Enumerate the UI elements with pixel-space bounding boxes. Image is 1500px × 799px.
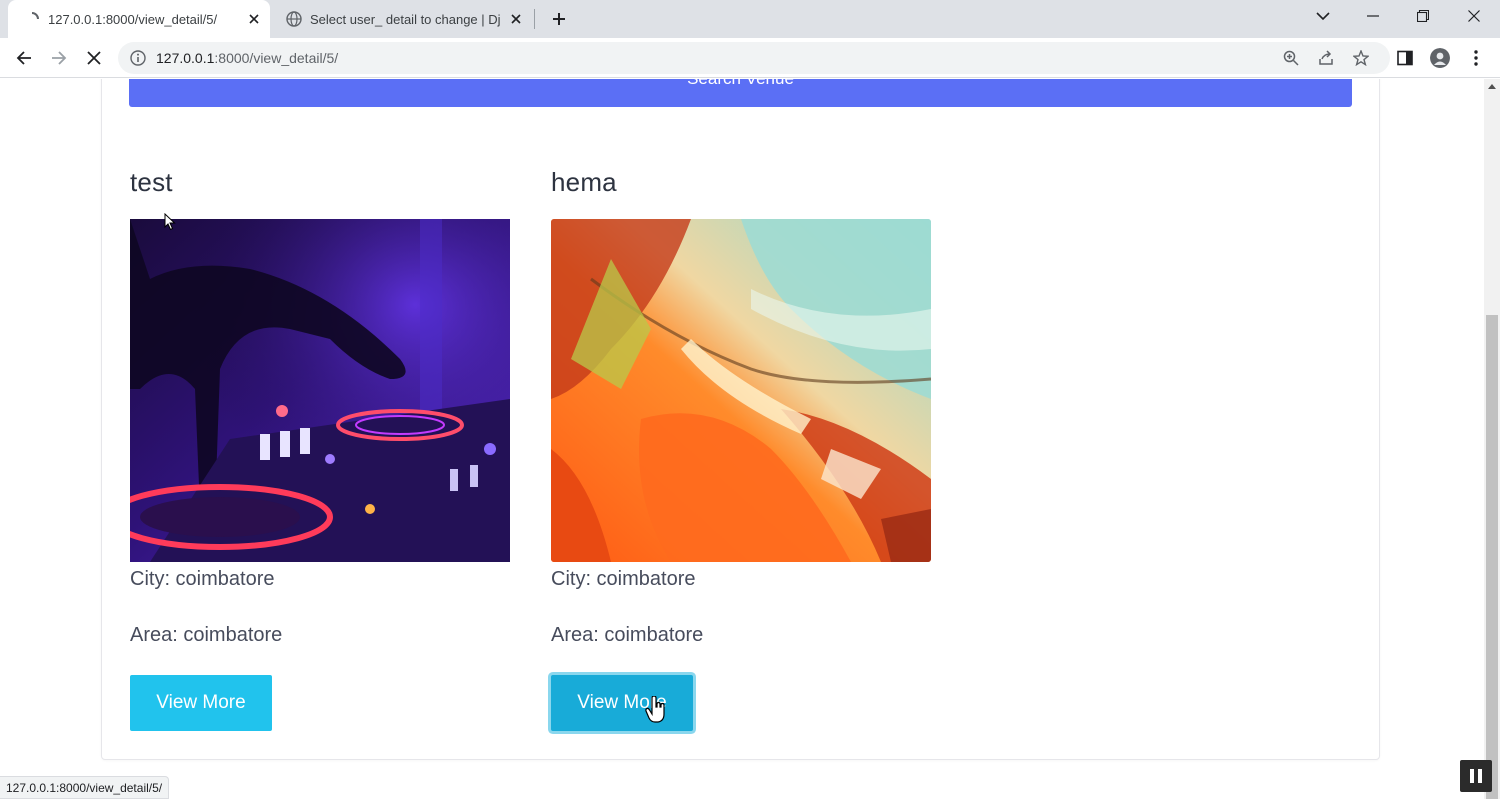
venue-image <box>130 219 510 562</box>
pause-bar <box>1470 769 1474 783</box>
arrow-left-icon <box>16 51 31 65</box>
side-panel-icon <box>1397 50 1413 66</box>
pause-bar <box>1478 769 1482 783</box>
forward-button[interactable] <box>43 42 75 74</box>
venue-image <box>551 219 931 562</box>
side-panel-button[interactable] <box>1389 42 1421 74</box>
pause-button[interactable] <box>1460 760 1492 792</box>
venue-area: Area: coimbatore <box>130 624 283 646</box>
chevron-down-icon <box>1316 12 1330 21</box>
arrow-right-icon <box>52 51 67 65</box>
dj-mixer-image <box>130 219 510 562</box>
stop-loading-button[interactable] <box>78 42 110 74</box>
scroll-up-icon[interactable] <box>1488 83 1496 91</box>
zoom-icon <box>1283 50 1299 66</box>
tab-separator <box>534 9 535 29</box>
plus-icon <box>553 13 565 25</box>
close-icon <box>87 51 101 65</box>
search-venue-button[interactable]: Search Venue <box>129 79 1352 107</box>
venue-area: Area: coimbatore <box>551 624 704 646</box>
abstract-painting-image <box>551 219 931 562</box>
venue-city: City: coimbatore <box>130 568 275 590</box>
address-bar[interactable]: 127.0.0.1:8000/view_detail/5/ <box>118 42 1390 74</box>
vertical-scrollbar[interactable] <box>1484 79 1500 799</box>
menu-button[interactable] <box>1460 42 1492 74</box>
tab-strip: 127.0.0.1:8000/view_detail/5/ Select use… <box>0 0 1500 38</box>
view-more-button[interactable]: View More <box>130 675 272 731</box>
minimize-icon <box>1367 15 1379 17</box>
tab-close-icon[interactable] <box>504 7 528 31</box>
restore-icon <box>1417 10 1429 22</box>
avatar-icon <box>1430 48 1450 68</box>
restore-button[interactable] <box>1398 0 1448 32</box>
tab-admin-user-detail[interactable]: Select user_ detail to change | Dj <box>278 0 532 38</box>
status-url-bubble: 127.0.0.1:8000/view_detail/5/ <box>0 776 170 799</box>
tab-title: Select user_ detail to change | Dj <box>310 11 501 27</box>
profile-button[interactable] <box>1424 42 1456 74</box>
bookmark-button[interactable] <box>1345 46 1377 70</box>
view-more-button[interactable]: View More <box>551 675 693 731</box>
share-button[interactable] <box>1310 46 1342 70</box>
url-host: 127.0.0.1 <box>156 50 215 66</box>
back-button[interactable] <box>8 42 40 74</box>
venue-name: hema <box>551 167 617 197</box>
info-icon[interactable] <box>130 50 146 66</box>
venue-city: City: coimbatore <box>551 568 696 590</box>
url-path: :8000/view_detail/5/ <box>214 50 339 66</box>
scrollbar-thumb[interactable] <box>1486 315 1498 799</box>
tab-close-icon[interactable] <box>242 7 266 31</box>
tab-view-detail[interactable]: 127.0.0.1:8000/view_detail/5/ <box>8 0 270 38</box>
zoom-button[interactable] <box>1275 46 1307 70</box>
close-icon <box>1468 10 1480 22</box>
close-window-button[interactable] <box>1449 0 1499 32</box>
globe-icon <box>286 11 302 27</box>
tab-search-button[interactable] <box>1298 0 1348 32</box>
browser-toolbar: 127.0.0.1:8000/view_detail/5/ <box>0 38 1500 78</box>
kebab-menu-icon <box>1474 50 1478 66</box>
share-icon <box>1319 50 1333 65</box>
page-viewport: Search Venue test <box>0 79 1484 799</box>
star-icon <box>1353 50 1369 66</box>
loading-spinner-icon <box>31 12 39 20</box>
venue-name: test <box>130 167 173 197</box>
tab-title: 127.0.0.1:8000/view_detail/5/ <box>48 11 218 27</box>
new-tab-button[interactable] <box>545 5 573 33</box>
address-url: 127.0.0.1:8000/view_detail/5/ <box>156 50 338 66</box>
minimize-button[interactable] <box>1348 0 1398 32</box>
